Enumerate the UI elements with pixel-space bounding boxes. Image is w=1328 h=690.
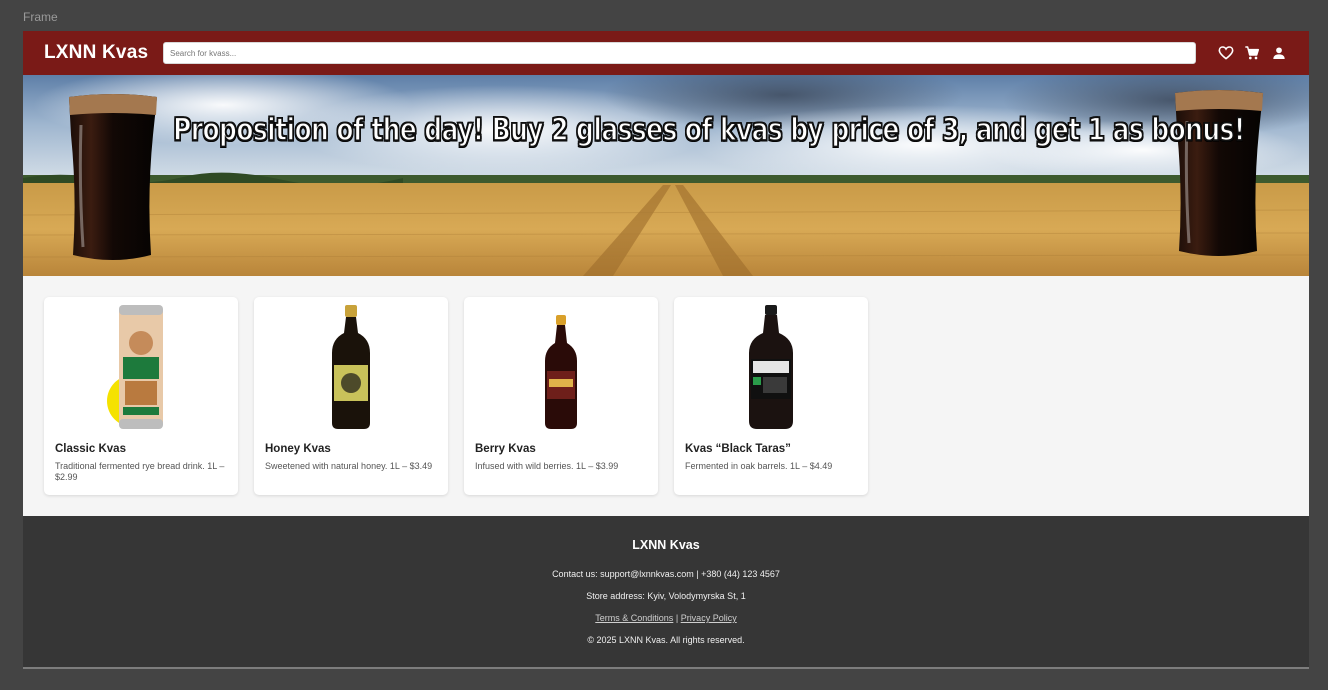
product-description: Sweetened with natural honey. 1L – $3.49: [265, 461, 433, 471]
search-input[interactable]: [163, 42, 1196, 64]
cart-icon[interactable]: [1243, 44, 1261, 62]
footer-contact: Contact us: support@lxnnkvas.com | +380 …: [552, 569, 780, 579]
footer-title: LXNN Kvas: [632, 538, 700, 552]
kvas-bottle-icon: [545, 315, 577, 429]
product-name: Classic Kvas: [55, 443, 126, 455]
frame-label: Frame: [23, 10, 58, 24]
product-card[interactable]: Classic Kvas Traditional fermented rye b…: [44, 297, 238, 495]
wheat-field-image: [23, 75, 1309, 276]
product-grid: Classic Kvas Traditional fermented rye b…: [44, 297, 868, 495]
footer: LXNN Kvas Contact us: support@lxnnkvas.c…: [23, 516, 1309, 669]
product-image: [674, 301, 868, 433]
product-name: Kvas “Black Taras”: [685, 443, 791, 455]
product-image: [44, 301, 238, 433]
footer-address: Store address: Kyiv, Volodymyrska St, 1: [586, 591, 746, 601]
user-icon[interactable]: [1270, 44, 1288, 62]
footer-copyright: © 2025 LXNN Kvas. All rights reserved.: [587, 635, 745, 645]
product-card[interactable]: Kvas “Black Taras” Fermented in oak barr…: [674, 297, 868, 495]
page: LXNN Kvas Search for kvass... Propositio…: [23, 31, 1309, 669]
hero-banner[interactable]: Proposition of the day! Buy 2 glasses of…: [23, 75, 1309, 276]
footer-links: Terms & Conditions | Privacy Policy: [23, 613, 1309, 623]
header: LXNN Kvas: [23, 31, 1309, 75]
product-name: Honey Kvas: [265, 443, 331, 455]
product-description: Infused with wild berries. 1L – $3.99: [475, 461, 619, 471]
logo[interactable]: LXNN Kvas: [44, 42, 148, 64]
hero-promo-text: Proposition of the day! Buy 2 glasses of…: [172, 111, 1246, 149]
privacy-link[interactable]: Privacy Policy: [681, 613, 737, 623]
product-card[interactable]: Honey Kvas Sweetened with natural honey.…: [254, 297, 448, 495]
terms-link[interactable]: Terms & Conditions: [595, 613, 673, 623]
kvas-bottle-icon: [332, 305, 370, 429]
kvas-bottle-icon: [749, 305, 793, 429]
product-image: [464, 301, 658, 433]
product-name: Berry Kvas: [475, 443, 536, 455]
heart-icon[interactable]: [1217, 44, 1235, 62]
kvas-can-icon: [107, 305, 163, 429]
product-image: [254, 301, 448, 433]
footer-link-separator: |: [675, 613, 679, 623]
product-description: Traditional fermented rye bread drink. 1…: [55, 461, 225, 482]
product-description: Fermented in oak barrels. 1L – $4.49: [685, 461, 833, 471]
product-card[interactable]: Berry Kvas Infused with wild berries. 1L…: [464, 297, 658, 495]
